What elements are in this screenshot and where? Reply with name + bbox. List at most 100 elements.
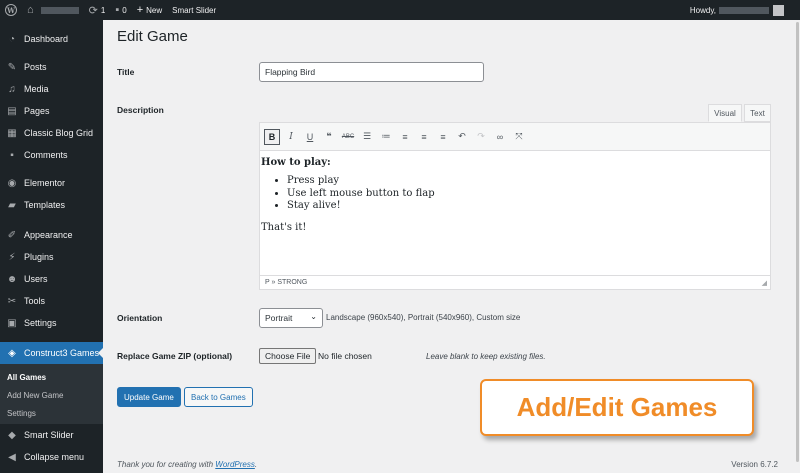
sidebar-item-templates[interactable]: ▰ Templates bbox=[0, 194, 103, 216]
smart-slider-label: Smart Slider bbox=[172, 5, 217, 15]
undo-icon[interactable]: ↶ bbox=[454, 129, 470, 145]
version-text: Version 6.7.2 bbox=[731, 460, 778, 469]
sidebar-item-label: Posts bbox=[24, 62, 47, 72]
folder-icon: ▰ bbox=[8, 199, 16, 211]
editor-path: P » STRONG bbox=[265, 279, 308, 286]
updates-link[interactable]: ⟳ 1 bbox=[84, 0, 111, 20]
sidebar-item-plugins[interactable]: ⚡ Plugins bbox=[0, 246, 103, 268]
zip-label: Replace Game ZIP (optional) bbox=[117, 351, 233, 361]
sidebar-item-label: Users bbox=[24, 274, 48, 284]
bold-icon[interactable]: B bbox=[264, 128, 280, 145]
blockquote-icon[interactable]: ❝ bbox=[321, 129, 337, 145]
file-status-text: No file chosen bbox=[318, 351, 372, 361]
list-item: Stay alive! bbox=[287, 200, 770, 213]
gamepad-icon: ◈ bbox=[8, 347, 16, 359]
sidebar-item-appearance[interactable]: ✐ Appearance bbox=[0, 224, 103, 246]
sidebar-item-label: Plugins bbox=[24, 252, 54, 262]
media-icon: ♫ bbox=[8, 83, 16, 95]
elementor-icon: ◉ bbox=[7, 177, 17, 189]
description-editor[interactable]: B I U ❝ ABC ☰ ≔ ≡ ≡ ≡ ↶ ↷ ∞ ⤧ How to pla… bbox=[259, 122, 771, 290]
fullscreen-icon[interactable]: ⤧ bbox=[511, 129, 527, 145]
sidebar-item-smart-slider[interactable]: ◆ Smart Slider bbox=[0, 424, 103, 446]
site-name-link[interactable]: ⌂ bbox=[22, 0, 84, 20]
submenu-all-games[interactable]: All Games bbox=[0, 368, 103, 386]
avatar bbox=[773, 4, 784, 16]
editor-content[interactable]: How to play: Press play Use left mouse b… bbox=[260, 151, 770, 233]
link-icon[interactable]: ∞ bbox=[492, 129, 508, 145]
wrench-icon: ✂ bbox=[7, 295, 17, 307]
plus-icon: + bbox=[136, 4, 144, 16]
update-game-button[interactable]: Update Game bbox=[117, 387, 181, 407]
sidebar-item-pages[interactable]: ▤ Pages bbox=[0, 100, 103, 122]
submenu-settings[interactable]: Settings bbox=[0, 404, 103, 422]
sidebar-item-label: Templates bbox=[24, 200, 66, 210]
title-input[interactable]: Flapping Bird bbox=[259, 62, 484, 82]
tab-text[interactable]: Text bbox=[744, 104, 771, 122]
strikethrough-icon[interactable]: ABC bbox=[340, 129, 356, 145]
comments-count: 0 bbox=[122, 5, 127, 15]
editor-toolbar: B I U ❝ ABC ☰ ≔ ≡ ≡ ≡ ↶ ↷ ∞ ⤧ bbox=[260, 123, 770, 151]
italic-icon[interactable]: I bbox=[283, 129, 299, 145]
comment-bubble-icon: ▪ bbox=[115, 4, 120, 16]
sidebar-item-label: Media bbox=[24, 84, 49, 94]
sidebar-item-elementor[interactable]: ◉ Elementor bbox=[0, 172, 103, 194]
smart-slider-link[interactable]: Smart Slider bbox=[167, 0, 221, 20]
admin-sidebar: ◔ Dashboard ✎ Posts ♫ Media ▤ Pages ▦ Classic… bbox=[0, 20, 103, 473]
sidebar-item-label: Elementor bbox=[24, 178, 66, 188]
grid-icon: ▦ bbox=[7, 127, 17, 139]
collapse-menu-button[interactable]: ◀ Collapse menu bbox=[0, 446, 103, 468]
align-center-icon[interactable]: ≡ bbox=[416, 129, 432, 145]
updates-count: 1 bbox=[100, 5, 106, 15]
wordpress-logo-icon: W bbox=[5, 4, 17, 16]
sidebar-item-settings[interactable]: ▣ Settings bbox=[0, 312, 103, 334]
sidebar-item-dashboard[interactable]: ◔ Dashboard bbox=[0, 28, 103, 50]
pin-icon: ✎ bbox=[7, 61, 17, 73]
choose-file-button[interactable]: Choose File bbox=[259, 348, 317, 364]
tab-visual[interactable]: Visual bbox=[708, 104, 742, 122]
sidebar-item-label: Dashboard bbox=[24, 34, 69, 44]
list-item: Use left mouse button to flap bbox=[287, 188, 770, 201]
editor-heading: How to play: bbox=[261, 157, 331, 168]
sidebar-item-users[interactable]: ☻ Users bbox=[0, 268, 103, 290]
back-to-games-button[interactable]: Back to Games bbox=[184, 387, 253, 407]
align-right-icon[interactable]: ≡ bbox=[435, 129, 451, 145]
bullet-list-icon[interactable]: ☰ bbox=[359, 129, 375, 145]
page-title: Edit Game bbox=[117, 28, 188, 45]
sidebar-item-label: Collapse menu bbox=[24, 452, 85, 462]
username-redacted bbox=[719, 6, 769, 14]
page-scrollbar[interactable] bbox=[795, 20, 800, 473]
sidebar-item-tools[interactable]: ✂ Tools bbox=[0, 290, 103, 312]
new-content-link[interactable]: + New bbox=[132, 0, 167, 20]
zip-hint: Leave blank to keep existing files. bbox=[426, 352, 546, 361]
sidebar-item-label: Tools bbox=[24, 296, 46, 306]
submenu-add-new-game[interactable]: Add New Game bbox=[0, 386, 103, 404]
sidebar-item-label: Settings bbox=[24, 318, 57, 328]
footer-credit-suffix: . bbox=[254, 460, 258, 469]
home-icon: ⌂ bbox=[27, 4, 34, 16]
sidebar-item-media[interactable]: ♫ Media bbox=[0, 78, 103, 100]
sidebar-item-construct3-games[interactable]: ◈ Construct3 Games bbox=[0, 342, 103, 364]
underline-icon[interactable]: U bbox=[302, 129, 318, 145]
comments-link[interactable]: ▪ 0 bbox=[110, 0, 131, 20]
sidebar-item-classic-blog-grid[interactable]: ▦ Classic Blog Grid bbox=[0, 122, 103, 144]
sidebar-item-posts[interactable]: ✎ Posts bbox=[0, 56, 103, 78]
user-icon: ☻ bbox=[6, 273, 18, 285]
orientation-select[interactable]: Portrait ⌄ bbox=[259, 308, 323, 328]
title-label: Title bbox=[117, 67, 135, 77]
scrollbar-thumb[interactable] bbox=[796, 22, 799, 462]
wordpress-link[interactable]: WordPress bbox=[215, 460, 255, 469]
account-menu[interactable]: Howdy, bbox=[690, 4, 800, 16]
brush-icon: ✐ bbox=[7, 229, 17, 241]
settings-icon: ▣ bbox=[7, 317, 17, 329]
sidebar-item-label: Smart Slider bbox=[24, 430, 74, 440]
sidebar-item-comments[interactable]: ▪ Comments bbox=[0, 144, 103, 166]
wp-logo-button[interactable]: W bbox=[0, 0, 22, 20]
numbered-list-icon[interactable]: ≔ bbox=[378, 129, 394, 145]
site-name-redacted bbox=[40, 6, 79, 14]
orientation-selected-value: Portrait bbox=[265, 313, 293, 323]
chevron-down-icon: ⌄ bbox=[310, 312, 317, 321]
resize-handle-icon[interactable]: ◢ bbox=[762, 279, 767, 287]
redo-icon[interactable]: ↷ bbox=[473, 129, 489, 145]
pages-icon: ▤ bbox=[7, 105, 17, 117]
align-left-icon[interactable]: ≡ bbox=[397, 129, 413, 145]
